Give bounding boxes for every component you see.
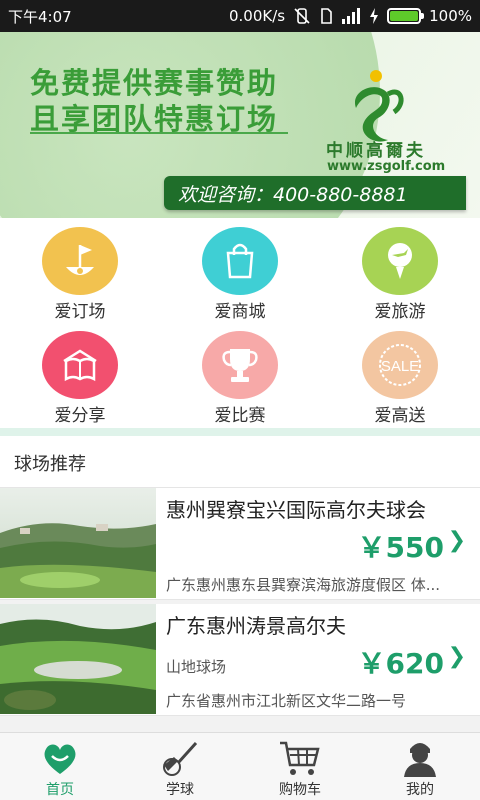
shopping-bag-icon (202, 227, 278, 295)
course-name: 惠州巽寮宝兴国际高尔夫球会 (166, 498, 426, 522)
menu-item-competition[interactable]: 爱比赛 (160, 322, 320, 426)
tab-learn[interactable]: 学球 (120, 733, 240, 800)
travel-golf-icon (362, 227, 438, 295)
brand-url: www.zsgolf.com (327, 159, 446, 174)
tab-label: 首页 (46, 782, 74, 798)
menu-item-delivery[interactable]: SALE 爱高送 (320, 322, 480, 426)
feature-grid: 爱订场 爱商城 爱旅游 爱分享 爱比赛 SALE 爱高送 (0, 218, 480, 428)
course-address: 广东省惠州市江北新区文华二路一号 (166, 692, 407, 710)
user-icon (398, 739, 442, 777)
menu-label: 爱高送 (374, 406, 426, 426)
course-photo (0, 604, 156, 714)
trophy-icon (202, 331, 278, 399)
menu-label: 爱比赛 (214, 406, 266, 426)
menu-label: 爱订场 (54, 302, 106, 322)
menu-item-travel[interactable]: 爱旅游 (320, 218, 480, 322)
banner-underline (30, 132, 288, 134)
tab-label: 我的 (406, 782, 434, 798)
sim-icon (321, 8, 332, 24)
bottom-tab-bar: 首页 学球 购物车 我的 (0, 732, 480, 800)
brand-name: 中顺高爾夫 (326, 141, 426, 161)
golf-flag-icon (42, 227, 118, 295)
menu-label: 爱分享 (54, 406, 106, 426)
tab-cart[interactable]: 购物车 (240, 733, 360, 800)
mute-icon (294, 8, 310, 24)
menu-label: 爱商城 (214, 302, 266, 322)
status-bar: 下午4:07 0.00K/s 100% (0, 0, 480, 32)
course-price: ￥620 (357, 647, 444, 680)
network-speed: 0.00K/s (229, 7, 286, 25)
course-price: ￥550 (357, 531, 444, 564)
tab-label: 学球 (166, 782, 194, 798)
chevron-right-icon: ❯ (447, 644, 466, 669)
tab-me[interactable]: 我的 (360, 733, 480, 800)
tab-home[interactable]: 首页 (0, 733, 120, 800)
hotline-banner[interactable]: 欢迎咨询：400-880-8881 (164, 176, 466, 210)
course-card[interactable]: 广东惠州涛景高尔夫 山地球场 ￥620 ❯ 广东省惠州市江北新区文华二路一号 (0, 604, 480, 716)
status-indicators: 0.00K/s 100% (229, 7, 472, 25)
course-address: 广东惠州惠东县巽寮滨海旅游度假区 体... (166, 576, 441, 594)
course-card[interactable]: 惠州巽寮宝兴国际高尔夫球会 ￥550 ❯ 广东惠州惠东县巽寮滨海旅游度假区 体.… (0, 488, 480, 600)
divider (0, 428, 480, 436)
home-heart-icon (38, 739, 82, 777)
menu-label: 爱旅游 (374, 302, 426, 322)
battery-percent: 100% (429, 7, 472, 25)
battery-icon (387, 8, 425, 24)
course-photo (0, 488, 156, 598)
charging-icon (370, 8, 379, 24)
section-title: 球场推荐 (0, 436, 480, 488)
status-time: 下午4:07 (8, 7, 72, 26)
signal-icon (342, 8, 361, 24)
tab-label: 购物车 (279, 782, 321, 798)
menu-item-booking[interactable]: 爱订场 (0, 218, 160, 322)
course-type: 山地球场 (166, 658, 227, 676)
course-name: 广东惠州涛景高尔夫 (166, 614, 346, 638)
menu-item-mall[interactable]: 爱商城 (160, 218, 320, 322)
promo-banner[interactable]: 免费提供赛事赞助 且享团队特惠订场 中顺高爾夫 www.zsgolf.com 欢… (0, 32, 480, 218)
open-book-icon (42, 331, 118, 399)
sale-tag-icon: SALE (362, 331, 438, 399)
golf-club-icon (158, 739, 202, 777)
menu-item-share[interactable]: 爱分享 (0, 322, 160, 426)
shopping-cart-icon (278, 739, 322, 777)
chevron-right-icon: ❯ (447, 528, 466, 553)
svg-text:SALE: SALE (381, 358, 419, 375)
